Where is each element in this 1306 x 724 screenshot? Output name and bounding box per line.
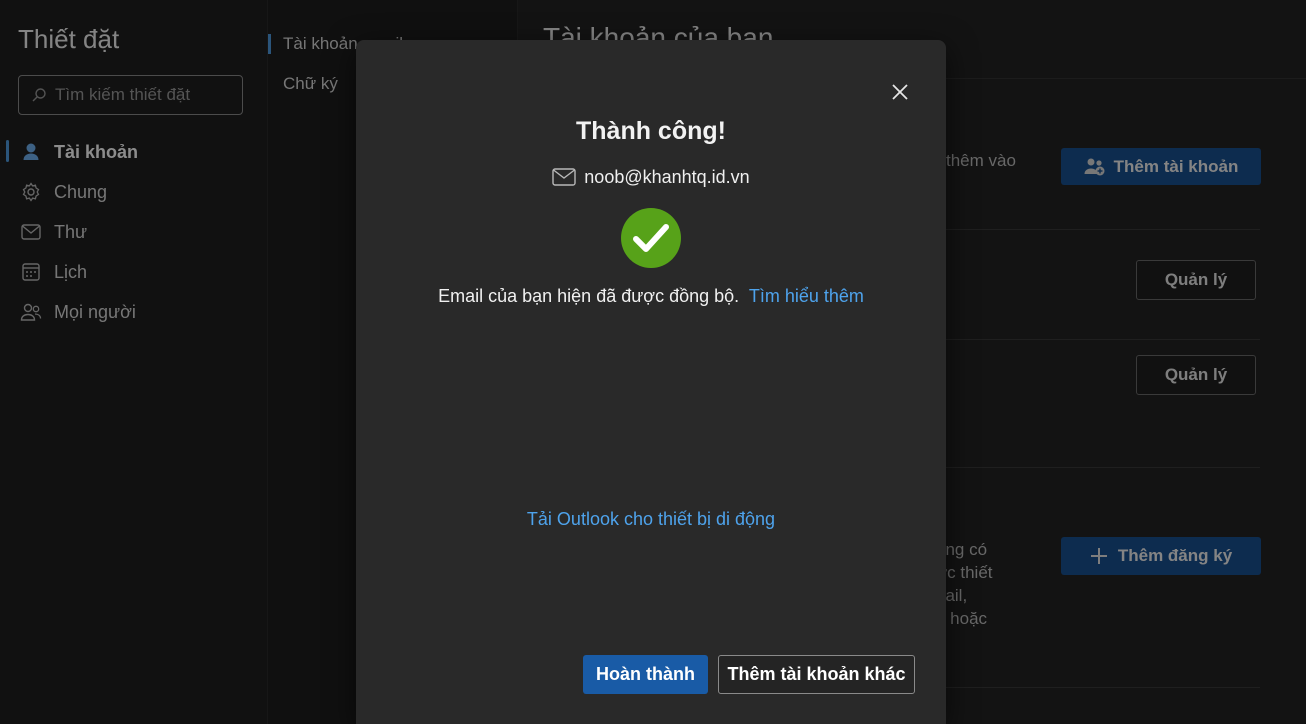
sync-message-text: Email của bạn hiện đã được đồng bộ. — [438, 286, 740, 306]
done-button[interactable]: Hoàn thành — [583, 655, 708, 694]
dialog-title: Thành công! — [576, 117, 726, 145]
email-row: noob@khanhtq.id.vn — [356, 167, 946, 188]
email-address: noob@khanhtq.id.vn — [584, 167, 750, 187]
learn-more-link[interactable]: Tìm hiểu thêm — [749, 286, 864, 306]
mail-icon — [552, 167, 576, 188]
mobile-download-row: Tải Outlook cho thiết bị di động — [356, 509, 946, 530]
success-check-icon — [621, 208, 681, 268]
success-dialog: Thành công! noob@khanhtq.id.vn Email của… — [356, 40, 946, 724]
add-another-account-button[interactable]: Thêm tài khoản khác — [718, 655, 915, 694]
sync-message: Email của bạn hiện đã được đồng bộ. Tìm … — [436, 284, 866, 309]
get-outlook-mobile-link[interactable]: Tải Outlook cho thiết bị di động — [527, 509, 775, 529]
close-button[interactable] — [888, 80, 912, 104]
close-icon — [891, 83, 909, 101]
